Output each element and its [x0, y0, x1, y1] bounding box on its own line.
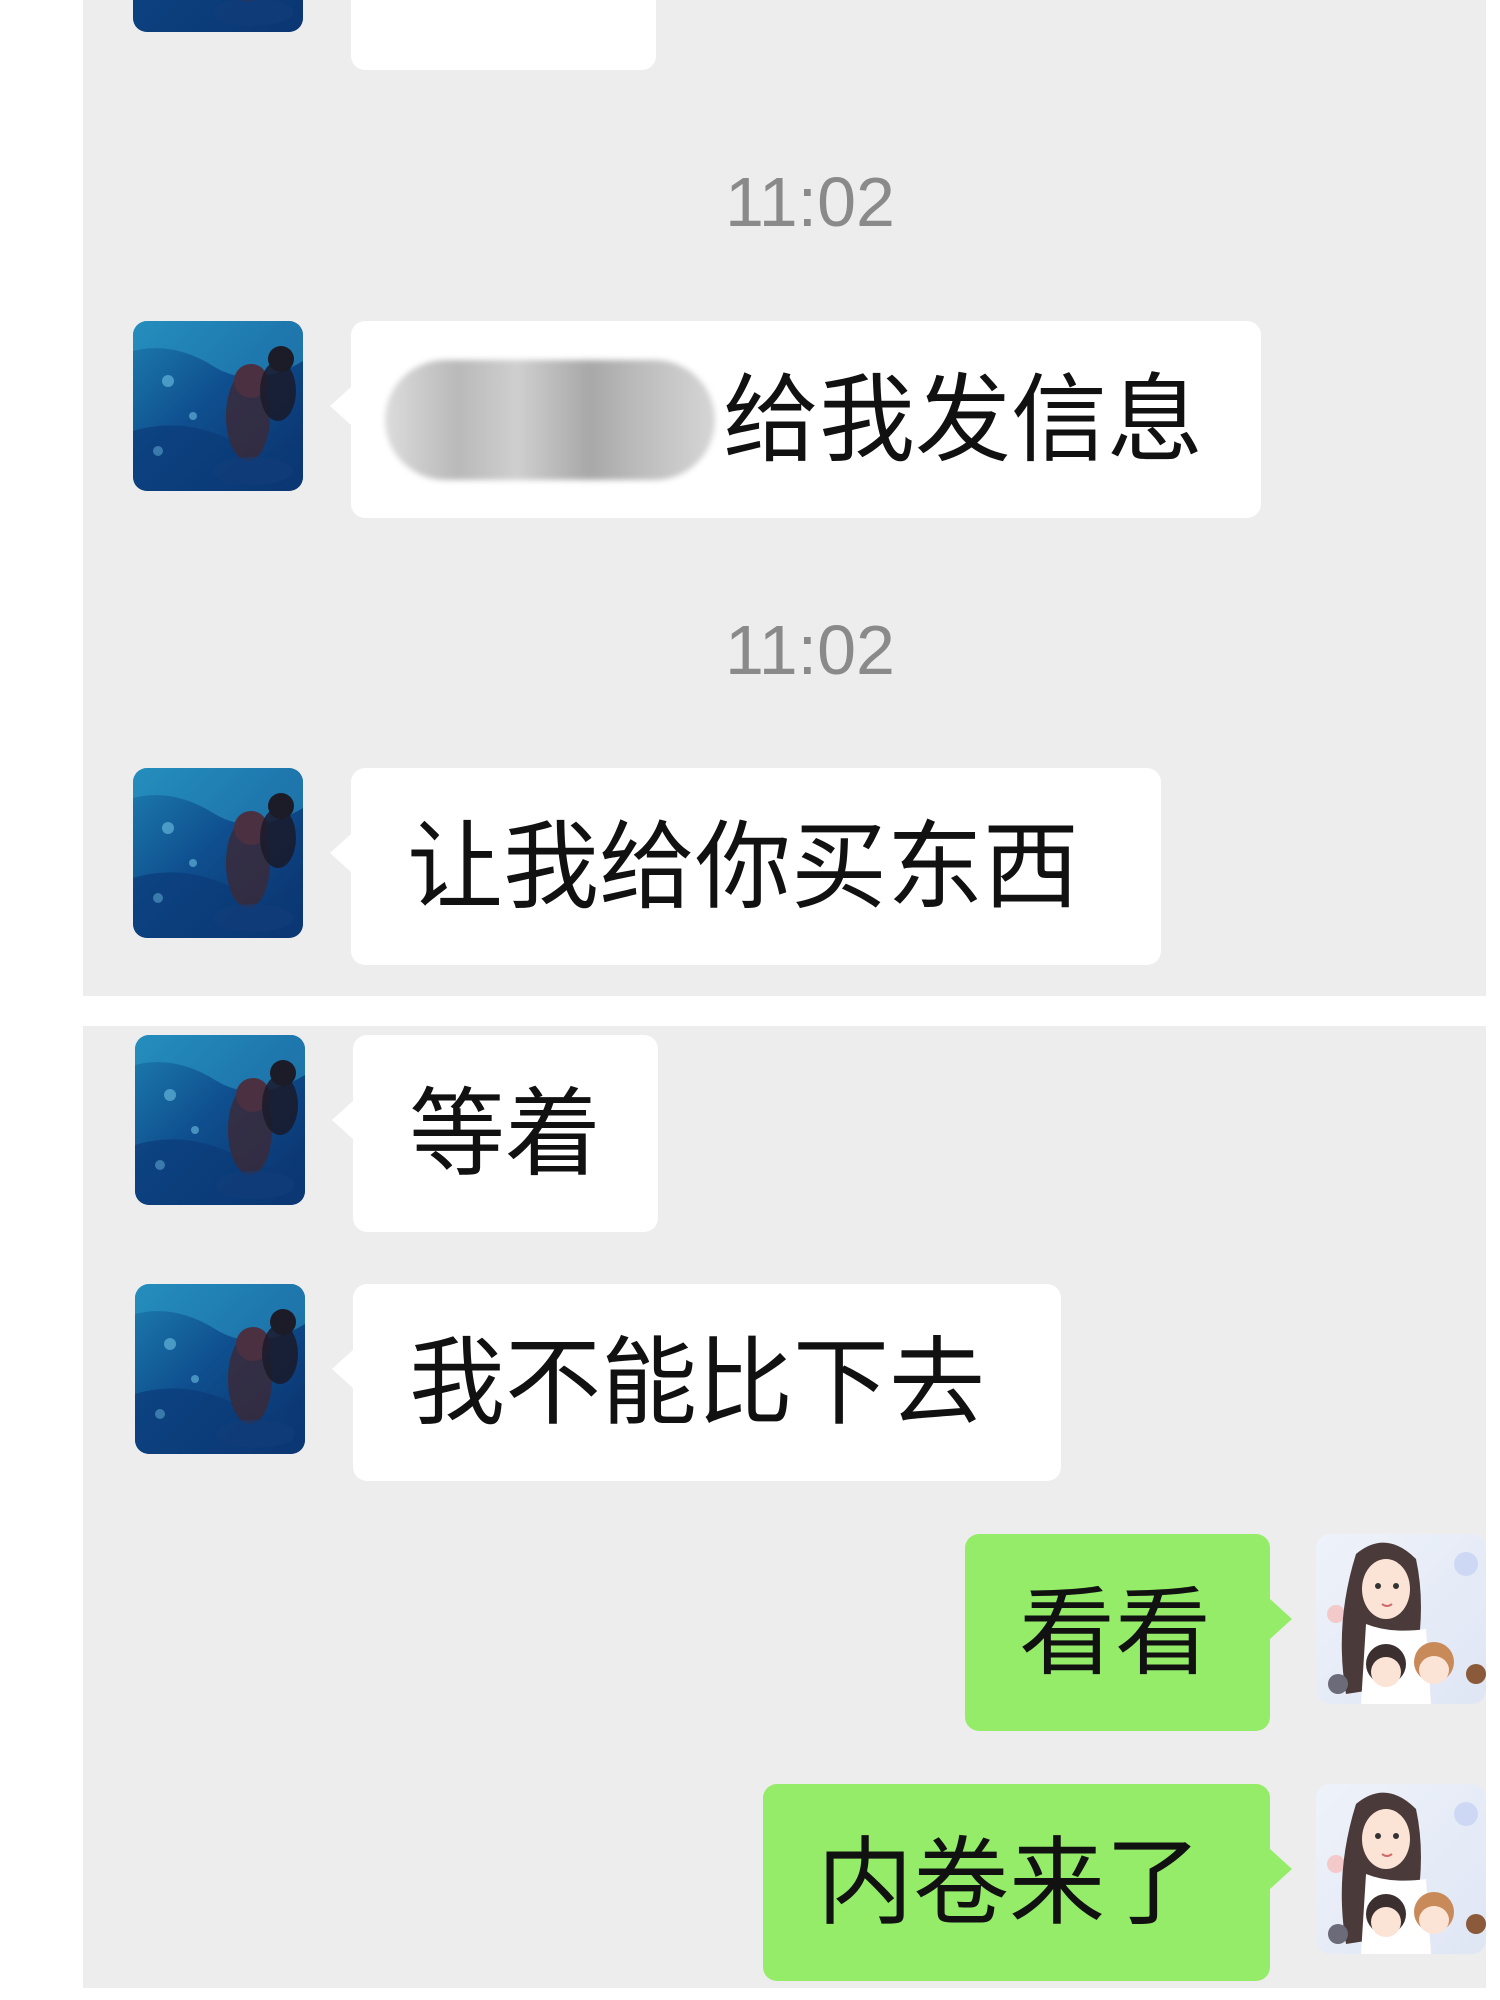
timestamp: 11:02 [725, 611, 895, 689]
self-avatar[interactable] [1316, 1534, 1486, 1704]
aquarium-photo-icon [135, 1284, 305, 1454]
friend-avatar[interactable] [135, 1035, 305, 1205]
bubble-tail [332, 1349, 354, 1389]
bubble-tail [332, 1100, 354, 1140]
message-bubble-self[interactable]: 看看 [965, 1534, 1270, 1731]
bubble-tail [330, 833, 352, 873]
friend-avatar[interactable] [135, 1284, 305, 1454]
friend-avatar[interactable] [133, 768, 303, 938]
message-bubble-self[interactable]: 内卷来了 [763, 1784, 1270, 1981]
aquarium-photo-icon [135, 1035, 305, 1205]
aquarium-photo-icon [133, 768, 303, 938]
message-bubble[interactable]: 等着 [353, 1035, 658, 1232]
message-text: 内卷来了 [817, 1826, 1201, 1939]
cartoon-avatar-icon [1316, 1784, 1486, 1954]
bubble-tail [1270, 1849, 1292, 1889]
message-text: 我不能比下去 [409, 1326, 985, 1439]
message-bubble-partial[interactable] [351, 0, 656, 70]
message-bubble[interactable]: 我不能比下去 [353, 1284, 1061, 1481]
message-text: 让我给你买东西 [407, 810, 1079, 923]
self-avatar[interactable] [1316, 1784, 1486, 1954]
message-bubble[interactable]: 给我发信息 [351, 321, 1261, 518]
cartoon-avatar-icon [1316, 1534, 1486, 1704]
message-text: 看看 [1019, 1576, 1211, 1689]
message-text: 给我发信息 [723, 363, 1203, 476]
timestamp: 11:02 [725, 163, 895, 241]
bubble-tail [330, 386, 352, 426]
message-text: 等着 [409, 1077, 601, 1190]
friend-avatar[interactable] [133, 321, 303, 491]
redacted-name [385, 359, 715, 480]
aquarium-photo-icon [133, 0, 303, 32]
aquarium-photo-icon [133, 321, 303, 491]
friend-avatar[interactable] [133, 0, 303, 32]
bubble-tail [1270, 1599, 1292, 1639]
message-bubble[interactable]: 让我给你买东西 [351, 768, 1161, 965]
